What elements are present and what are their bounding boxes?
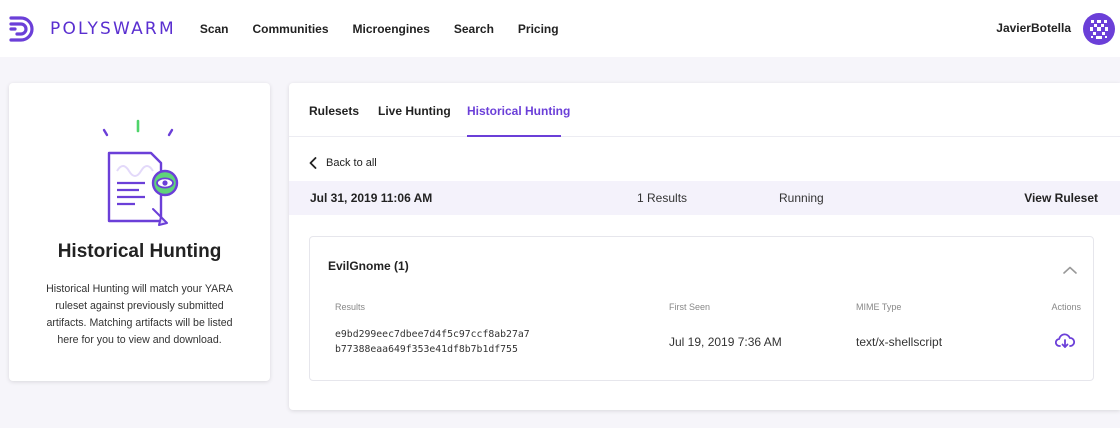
- identicon-icon: [1090, 20, 1108, 39]
- nav-search[interactable]: Search: [454, 22, 494, 36]
- artifact-hash-line-1: e9bd299eec7dbee7d4f5c97ccf8ab27a7: [335, 329, 530, 340]
- tab-live-hunting[interactable]: Live Hunting: [378, 104, 451, 118]
- column-header-actions: Actions: [1051, 302, 1081, 312]
- column-header-mime-type: MIME Type: [856, 302, 902, 312]
- view-ruleset-link[interactable]: View Ruleset: [1024, 191, 1098, 205]
- rule-match-card: EvilGnome (1) Results First Seen MIME Ty…: [309, 236, 1094, 381]
- artifact-mime-type: text/x-shellscript: [856, 335, 943, 349]
- avatar[interactable]: [1083, 13, 1115, 45]
- nav-communities[interactable]: Communities: [253, 22, 329, 36]
- column-header-first-seen: First Seen: [669, 302, 711, 312]
- historical-hunting-info-card: Historical Hunting Historical Hunting wi…: [9, 83, 270, 381]
- brand-name: POLYSWARM: [50, 18, 176, 39]
- run-results-count: 1 Results: [637, 191, 688, 205]
- back-to-all-link[interactable]: Back to all: [309, 157, 377, 169]
- run-date: Jul 31, 2019 11:06 AM: [310, 191, 433, 205]
- nav-scan[interactable]: Scan: [200, 22, 229, 36]
- artifact-hash-line-2: b77388eaa649f353e41df8b7b1df755: [335, 344, 518, 355]
- run-status: Running: [779, 191, 824, 205]
- hunting-tabs: Rulesets Live Hunting Historical Hunting: [289, 83, 1120, 137]
- nav-microengines[interactable]: Microengines: [353, 22, 430, 36]
- artifact-first-seen: Jul 19, 2019 7:36 AM: [669, 335, 782, 349]
- rule-title: EvilGnome (1): [328, 259, 409, 273]
- main-nav: Scan Communities Microengines Search Pri…: [200, 22, 583, 36]
- user-name[interactable]: JavierBotella: [996, 21, 1071, 35]
- column-header-results: Results: [335, 302, 366, 312]
- chevron-up-icon[interactable]: [1063, 261, 1077, 279]
- tab-historical-hunting[interactable]: Historical Hunting: [467, 104, 570, 118]
- info-card-title: Historical Hunting: [57, 241, 222, 262]
- hunt-run-summary: Jul 31, 2019 11:06 AM 1 Results Running …: [289, 181, 1120, 215]
- hunting-results-panel: Rulesets Live Hunting Historical Hunting…: [289, 83, 1120, 410]
- brand-logo[interactable]: POLYSWARM: [8, 14, 176, 44]
- cloud-download-icon[interactable]: [1054, 333, 1076, 354]
- polyswarm-logo-icon: [9, 15, 34, 42]
- top-nav-bar: POLYSWARM Scan Communities Microengines …: [0, 0, 1120, 57]
- tab-rulesets[interactable]: Rulesets: [309, 104, 359, 118]
- chevron-left-icon: [309, 157, 317, 169]
- active-tab-indicator: [467, 135, 561, 137]
- back-label: Back to all: [326, 157, 377, 169]
- document-eye-icon: [101, 117, 187, 232]
- nav-pricing[interactable]: Pricing: [518, 22, 559, 36]
- artifact-hash[interactable]: e9bd299eec7dbee7d4f5c97ccf8ab27a7 b77388…: [335, 327, 530, 357]
- info-card-description: Historical Hunting will match your YARA …: [46, 283, 233, 346]
